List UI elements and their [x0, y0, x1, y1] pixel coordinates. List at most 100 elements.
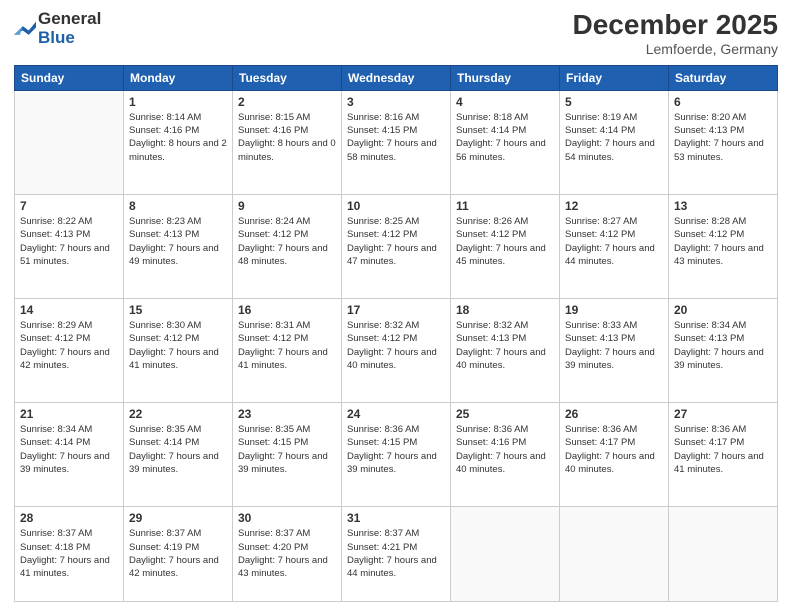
col-monday: Monday: [124, 65, 233, 90]
col-friday: Friday: [560, 65, 669, 90]
header: General Blue December 2025 Lemfoerde, Ge…: [14, 10, 778, 57]
calendar-page: General Blue December 2025 Lemfoerde, Ge…: [0, 0, 792, 612]
table-row: 25 Sunrise: 8:36 AM Sunset: 4:16 PM Dayli…: [451, 403, 560, 507]
day-number: 25: [456, 407, 554, 421]
table-row: 1 Sunrise: 8:14 AM Sunset: 4:16 PM Daylig…: [124, 90, 233, 194]
day-info: Sunrise: 8:28 AM Sunset: 4:12 PM Dayligh…: [674, 215, 772, 268]
day-number: 29: [129, 511, 227, 525]
day-number: 31: [347, 511, 445, 525]
table-row: 2 Sunrise: 8:15 AM Sunset: 4:16 PM Daylig…: [233, 90, 342, 194]
day-info: Sunrise: 8:25 AM Sunset: 4:12 PM Dayligh…: [347, 215, 445, 268]
table-row: 5Sunrise: 8:19 AM Sunset: 4:14 PM Daylig…: [560, 90, 669, 194]
day-info: Sunrise: 8:24 AM Sunset: 4:12 PM Dayligh…: [238, 215, 336, 268]
main-title: December 2025: [573, 10, 778, 41]
day-info: Sunrise: 8:34 AM Sunset: 4:14 PM Dayligh…: [20, 423, 118, 476]
day-number: 10: [347, 199, 445, 213]
table-row: [669, 507, 778, 602]
day-info: Sunrise: 8:26 AM Sunset: 4:12 PM Dayligh…: [456, 215, 554, 268]
table-row: 14Sunrise: 8:29 AM Sunset: 4:12 PM Dayli…: [15, 299, 124, 403]
day-number: 18: [456, 303, 554, 317]
day-number: 1: [129, 95, 227, 109]
day-number: 27: [674, 407, 772, 421]
title-block: December 2025 Lemfoerde, Germany: [573, 10, 778, 57]
calendar-header-row: Sunday Monday Tuesday Wednesday Thursday…: [15, 65, 778, 90]
logo-text: General Blue: [38, 10, 101, 47]
table-row: 29 Sunrise: 8:37 AM Sunset: 4:19 PM Dayli…: [124, 507, 233, 602]
table-row: [560, 507, 669, 602]
table-row: 17 Sunrise: 8:32 AM Sunset: 4:12 PM Dayli…: [342, 299, 451, 403]
day-info: Sunrise: 8:20 AM Sunset: 4:13 PM Dayligh…: [674, 111, 772, 164]
table-row: 19 Sunrise: 8:33 AM Sunset: 4:13 PM Dayli…: [560, 299, 669, 403]
table-row: 16 Sunrise: 8:31 AM Sunset: 4:12 PM Dayli…: [233, 299, 342, 403]
day-info: Sunrise: 8:36 AM Sunset: 4:17 PM Dayligh…: [565, 423, 663, 476]
table-row: 28 Sunrise: 8:37 AM Sunset: 4:18 PM Dayli…: [15, 507, 124, 602]
day-number: 3: [347, 95, 445, 109]
day-info: Sunrise: 8:37 AM Sunset: 4:21 PM Dayligh…: [347, 527, 445, 580]
table-row: 15 Sunrise: 8:30 AM Sunset: 4:12 PM Dayli…: [124, 299, 233, 403]
subtitle: Lemfoerde, Germany: [573, 41, 778, 57]
day-info: Sunrise: 8:23 AM Sunset: 4:13 PM Dayligh…: [129, 215, 227, 268]
day-info: Sunrise: 8:37 AM Sunset: 4:18 PM Dayligh…: [20, 527, 118, 580]
table-row: 11 Sunrise: 8:26 AM Sunset: 4:12 PM Dayli…: [451, 194, 560, 298]
logo: General Blue: [14, 10, 101, 47]
day-info: Sunrise: 8:30 AM Sunset: 4:12 PM Dayligh…: [129, 319, 227, 372]
table-row: 6 Sunrise: 8:20 AM Sunset: 4:13 PM Daylig…: [669, 90, 778, 194]
day-info: Sunrise: 8:32 AM Sunset: 4:12 PM Dayligh…: [347, 319, 445, 372]
day-info: Sunrise: 8:14 AM Sunset: 4:16 PM Dayligh…: [129, 111, 227, 164]
day-number: 22: [129, 407, 227, 421]
day-info: Sunrise: 8:36 AM Sunset: 4:15 PM Dayligh…: [347, 423, 445, 476]
day-info: Sunrise: 8:31 AM Sunset: 4:12 PM Dayligh…: [238, 319, 336, 372]
day-number: 26: [565, 407, 663, 421]
day-number: 13: [674, 199, 772, 213]
day-info: Sunrise: 8:34 AM Sunset: 4:13 PM Dayligh…: [674, 319, 772, 372]
day-number: 4: [456, 95, 554, 109]
col-thursday: Thursday: [451, 65, 560, 90]
table-row: 18 Sunrise: 8:32 AM Sunset: 4:13 PM Dayli…: [451, 299, 560, 403]
day-info: Sunrise: 8:37 AM Sunset: 4:19 PM Dayligh…: [129, 527, 227, 580]
col-saturday: Saturday: [669, 65, 778, 90]
logo-icon: [14, 20, 36, 38]
day-info: Sunrise: 8:32 AM Sunset: 4:13 PM Dayligh…: [456, 319, 554, 372]
day-info: Sunrise: 8:36 AM Sunset: 4:16 PM Dayligh…: [456, 423, 554, 476]
day-info: Sunrise: 8:16 AM Sunset: 4:15 PM Dayligh…: [347, 111, 445, 164]
day-number: 9: [238, 199, 336, 213]
col-tuesday: Tuesday: [233, 65, 342, 90]
table-row: 10 Sunrise: 8:25 AM Sunset: 4:12 PM Dayli…: [342, 194, 451, 298]
day-info: Sunrise: 8:18 AM Sunset: 4:14 PM Dayligh…: [456, 111, 554, 164]
day-info: Sunrise: 8:22 AM Sunset: 4:13 PM Dayligh…: [20, 215, 118, 268]
table-row: 31 Sunrise: 8:37 AM Sunset: 4:21 PM Dayli…: [342, 507, 451, 602]
day-number: 21: [20, 407, 118, 421]
table-row: 3 Sunrise: 8:16 AM Sunset: 4:15 PM Daylig…: [342, 90, 451, 194]
day-number: 17: [347, 303, 445, 317]
day-number: 7: [20, 199, 118, 213]
day-number: 6: [674, 95, 772, 109]
day-info: Sunrise: 8:37 AM Sunset: 4:20 PM Dayligh…: [238, 527, 336, 580]
day-number: 14: [20, 303, 118, 317]
table-row: 27 Sunrise: 8:36 AM Sunset: 4:17 PM Dayli…: [669, 403, 778, 507]
day-number: 11: [456, 199, 554, 213]
day-info: Sunrise: 8:33 AM Sunset: 4:13 PM Dayligh…: [565, 319, 663, 372]
calendar-table: Sunday Monday Tuesday Wednesday Thursday…: [14, 65, 778, 602]
table-row: 4 Sunrise: 8:18 AM Sunset: 4:14 PM Daylig…: [451, 90, 560, 194]
col-wednesday: Wednesday: [342, 65, 451, 90]
table-row: [15, 90, 124, 194]
table-row: [451, 507, 560, 602]
day-number: 30: [238, 511, 336, 525]
day-number: 2: [238, 95, 336, 109]
table-row: 26 Sunrise: 8:36 AM Sunset: 4:17 PM Dayli…: [560, 403, 669, 507]
day-number: 19: [565, 303, 663, 317]
day-info: Sunrise: 8:36 AM Sunset: 4:17 PM Dayligh…: [674, 423, 772, 476]
table-row: 12 Sunrise: 8:27 AM Sunset: 4:12 PM Dayli…: [560, 194, 669, 298]
table-row: 22Sunrise: 8:35 AM Sunset: 4:14 PM Dayli…: [124, 403, 233, 507]
table-row: 9 Sunrise: 8:24 AM Sunset: 4:12 PM Daylig…: [233, 194, 342, 298]
day-number: 12: [565, 199, 663, 213]
day-number: 16: [238, 303, 336, 317]
table-row: 23Sunrise: 8:35 AM Sunset: 4:15 PM Dayli…: [233, 403, 342, 507]
col-sunday: Sunday: [15, 65, 124, 90]
day-info: Sunrise: 8:27 AM Sunset: 4:12 PM Dayligh…: [565, 215, 663, 268]
day-number: 28: [20, 511, 118, 525]
day-info: Sunrise: 8:15 AM Sunset: 4:16 PM Dayligh…: [238, 111, 336, 164]
day-number: 15: [129, 303, 227, 317]
table-row: 8Sunrise: 8:23 AM Sunset: 4:13 PM Daylig…: [124, 194, 233, 298]
day-info: Sunrise: 8:35 AM Sunset: 4:15 PM Dayligh…: [238, 423, 336, 476]
